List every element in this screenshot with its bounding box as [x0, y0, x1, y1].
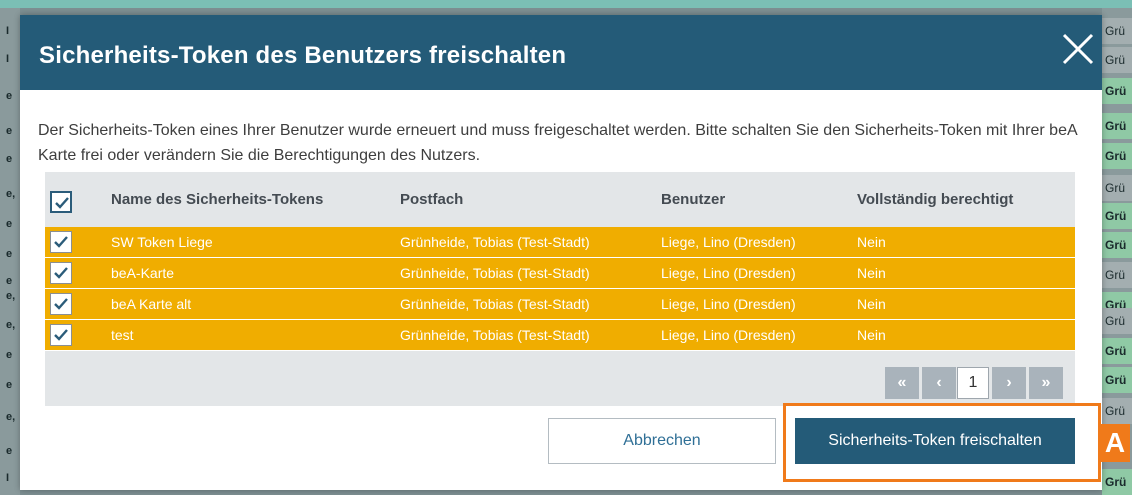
checkmark-icon	[54, 267, 68, 279]
background-row-fragment: Grü	[1102, 308, 1132, 334]
background-row-fragment: I	[6, 25, 10, 37]
column-header-berechtigt[interactable]: Vollständig berechtigt	[857, 172, 1013, 227]
token-table: Name des Sicherheits-Tokens Postfach Ben…	[45, 172, 1075, 406]
token-name: beA-Karte	[111, 265, 175, 281]
token-name: test	[111, 327, 134, 343]
dialog-header: Sicherheits-Token des Benutzers freischa…	[20, 15, 1102, 90]
next-page-button[interactable]: ›	[992, 367, 1026, 399]
table-row[interactable]: beA-Karte Grünheide, Tobias (Test-Stadt)…	[45, 258, 1075, 289]
annotation-highlight	[783, 403, 1101, 482]
annotation-label: A	[1100, 424, 1130, 462]
berechtigt-value: Nein	[857, 265, 886, 281]
postfach-value: Grünheide, Tobias (Test-Stadt)	[400, 234, 590, 250]
background-row-fragment: e	[6, 379, 13, 391]
column-header-name[interactable]: Name des Sicherheits-Tokens	[111, 172, 323, 227]
benutzer-value: Liege, Lino (Dresden)	[661, 265, 796, 281]
last-page-button[interactable]: »	[1029, 367, 1063, 399]
background-row-fragment: e	[6, 153, 13, 165]
background-row-fragment: Grü	[1102, 398, 1132, 424]
berechtigt-value: Nein	[857, 234, 886, 250]
row-checkbox[interactable]	[50, 231, 72, 253]
token-name: beA Karte alt	[111, 296, 192, 312]
postfach-value: Grünheide, Tobias (Test-Stadt)	[400, 327, 590, 343]
close-icon[interactable]	[1060, 31, 1096, 67]
dialog-message: Der Sicherheits-Token eines Ihrer Benutz…	[38, 122, 1077, 164]
background-row-fragment: Grü	[1102, 262, 1132, 288]
row-checkbox[interactable]	[50, 262, 72, 284]
checkmark-icon	[54, 236, 68, 248]
dialog-title: Sicherheits-Token des Benutzers freischa…	[39, 42, 567, 69]
benutzer-value: Liege, Lino (Dresden)	[661, 296, 796, 312]
prev-page-button[interactable]: ‹	[922, 367, 956, 399]
berechtigt-value: Nein	[857, 327, 886, 343]
benutzer-value: Liege, Lino (Dresden)	[661, 234, 796, 250]
background-row-fragment: Grü	[1102, 469, 1132, 495]
background-row-fragment: Grü	[1102, 232, 1132, 258]
background-row-fragment: e,	[6, 290, 16, 302]
cancel-button[interactable]: Abbrechen	[548, 418, 776, 464]
background-row-fragment: e,	[6, 188, 16, 200]
token-name: SW Token Liege	[111, 234, 213, 250]
background-row-fragment: I	[6, 472, 10, 484]
background-row-fragment: e	[6, 445, 13, 457]
checkmark-icon	[54, 298, 68, 310]
current-page-input[interactable]: 1	[957, 367, 989, 399]
background-row-fragment: e	[6, 125, 13, 137]
background-row-fragment: e,	[6, 319, 16, 331]
background-row-fragment: Grü	[1102, 367, 1132, 393]
background-row-fragment: e	[6, 90, 13, 102]
select-all-checkbox[interactable]	[50, 191, 72, 213]
row-checkbox[interactable]	[50, 324, 72, 346]
background-row-fragment: Grü	[1102, 78, 1132, 104]
background-row-fragment: e	[6, 218, 13, 230]
table-row[interactable]: test Grünheide, Tobias (Test-Stadt) Lieg…	[45, 320, 1075, 351]
first-page-button[interactable]: «	[885, 367, 919, 399]
background-row-fragment: Grü	[1102, 143, 1132, 169]
background-row-fragment: I	[6, 53, 10, 65]
background-row-fragment: e	[6, 248, 13, 260]
postfach-value: Grünheide, Tobias (Test-Stadt)	[400, 296, 590, 312]
column-header-benutzer[interactable]: Benutzer	[661, 172, 725, 227]
row-checkbox[interactable]	[50, 293, 72, 315]
berechtigt-value: Nein	[857, 296, 886, 312]
background-row-fragment: e,	[6, 411, 16, 423]
background-row-fragment: Grü	[1102, 113, 1132, 139]
benutzer-value: Liege, Lino (Dresden)	[661, 327, 796, 343]
background-row-fragment: e	[6, 349, 13, 361]
postfach-value: Grünheide, Tobias (Test-Stadt)	[400, 265, 590, 281]
checkmark-icon	[54, 329, 68, 341]
column-header-postfach[interactable]: Postfach	[400, 172, 463, 227]
background-row-fragment: Grü	[1102, 203, 1132, 229]
table-header-row: Name des Sicherheits-Tokens Postfach Ben…	[45, 172, 1075, 227]
background-row-fragment: Grü	[1102, 18, 1132, 44]
background-app-topbar	[0, 0, 1132, 8]
checkmark-icon	[55, 197, 69, 209]
background-row-fragment: Grü	[1102, 47, 1132, 73]
background-row-fragment: Grü	[1102, 338, 1132, 364]
background-row-fragment: Grü	[1102, 175, 1132, 201]
table-row[interactable]: beA Karte alt Grünheide, Tobias (Test-St…	[45, 289, 1075, 320]
table-row[interactable]: SW Token Liege Grünheide, Tobias (Test-S…	[45, 227, 1075, 258]
